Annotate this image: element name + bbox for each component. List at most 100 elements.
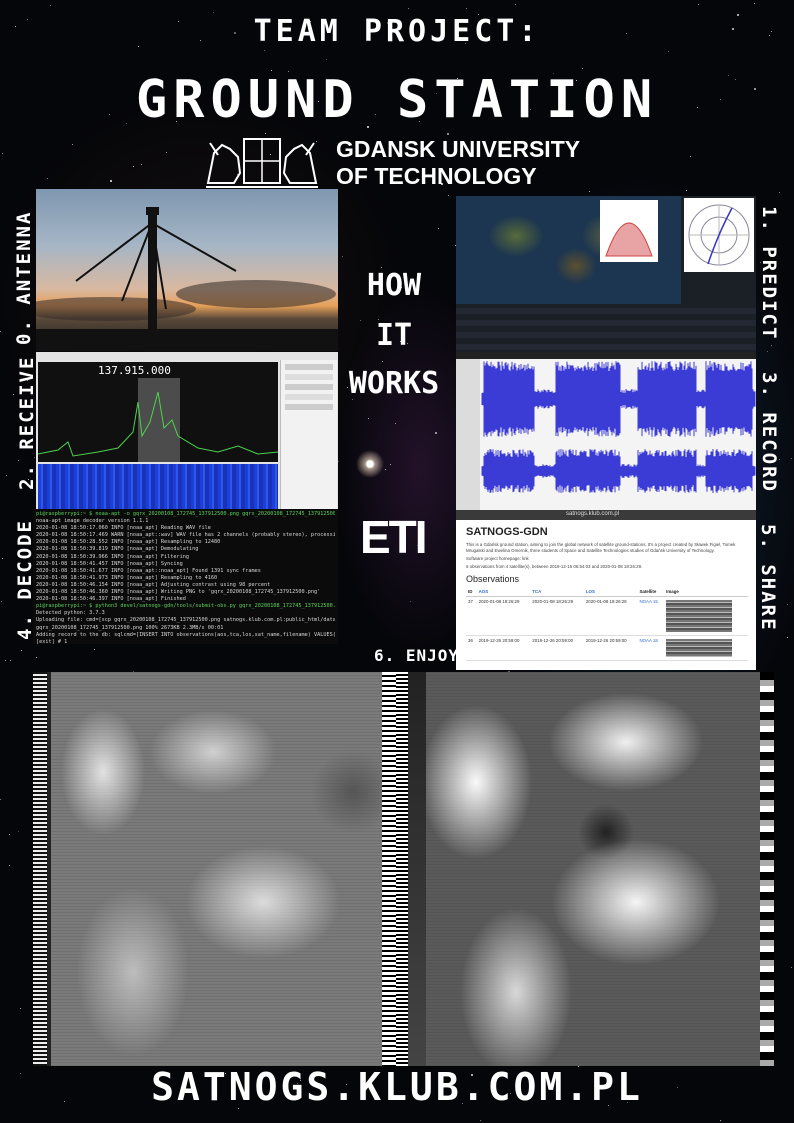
star	[2, 153, 3, 154]
star	[466, 8, 467, 9]
star	[589, 191, 590, 192]
terminal-line: noaa-apt image decoder version 1.1.1	[36, 518, 149, 525]
terminal-line: gqrx_20200108_172745_137912500.png 100% …	[36, 624, 224, 631]
star	[791, 967, 792, 968]
elevation-plot	[600, 200, 658, 262]
star	[686, 190, 687, 191]
it-label: IT	[375, 318, 413, 353]
step-predict-label: 1. PREDICT	[758, 206, 780, 341]
star	[771, 345, 772, 346]
star	[690, 156, 691, 157]
step-enjoy-label: 6. ENJOY!	[374, 646, 470, 665]
star	[21, 650, 22, 651]
terminal-line: 2020-01-08 18:50:39.819 INFO [noaa_apt] …	[36, 546, 199, 553]
star	[720, 1120, 721, 1121]
star	[47, 178, 48, 179]
star	[698, 4, 699, 5]
table-cell[interactable]: NOAA 15	[637, 596, 665, 637]
star	[1, 601, 2, 602]
table-cell: 2019-12-26 20:59:00	[530, 635, 584, 662]
star	[447, 133, 449, 135]
star	[515, 4, 516, 5]
star	[133, 166, 134, 167]
terminal-line: Detected python: 3.7.3	[36, 610, 105, 617]
star	[166, 152, 167, 153]
audio-waveform	[456, 359, 756, 510]
table-cell: 2019-12-26 20:59:00	[583, 635, 638, 662]
works-label: WORKS	[348, 366, 440, 401]
receive-sdr-screenshot: 137.915.000	[36, 352, 338, 510]
star	[9, 865, 10, 866]
antenna-drawing	[36, 207, 338, 351]
step-antenna-label: 0. ANTENNA	[13, 210, 35, 345]
site-homepage[interactable]: Software project homepage: link	[466, 556, 746, 561]
terminal-line: 2020-01-08 18:50:46.360 INFO [noaa_apt] …	[36, 589, 321, 596]
star	[767, 351, 768, 352]
table-row[interactable]: 37 2020-01-08 18:26:29 2020-01-08 18:26:29…	[466, 596, 748, 637]
bright-star	[356, 450, 384, 478]
star	[385, 469, 386, 470]
observations-table: ID AOS TCA LOS Satellite Image 37 2020-01-08 1…	[466, 587, 748, 662]
step-share-label: 5. SHARE	[757, 524, 779, 632]
star	[13, 394, 14, 395]
star	[754, 3, 755, 4]
footer-url[interactable]: SATNOGS.KLUB.COM.PL	[0, 1065, 794, 1109]
step-decode-label: 4. DECODE	[14, 519, 36, 640]
browser-url[interactable]: satnogs.klub.com.pl	[566, 511, 619, 517]
star	[390, 464, 391, 465]
star	[2, 558, 3, 559]
site-title: SATNOGS-GDN	[466, 526, 548, 538]
star	[480, 1120, 481, 1121]
star	[448, 195, 449, 196]
star	[582, 68, 583, 69]
observation-thumbnail[interactable]	[664, 596, 748, 637]
terminal-line: pi@raspberrypi:~ $ noaa-apt -o gqrx_2020…	[36, 511, 335, 517]
table-cell: 2020-01-08 18:26:29	[530, 596, 584, 637]
university-name-line1: GDANSK UNIVERSITY	[336, 136, 581, 162]
table-header-cell: LOS	[583, 587, 638, 598]
star	[368, 418, 369, 419]
table-cell: 37	[466, 596, 477, 637]
observation-thumbnail[interactable]	[664, 635, 748, 662]
ground-station-title: GROUND STATION	[135, 70, 659, 130]
eti-logo: ETI	[360, 511, 428, 563]
table-header-cell: TCA	[530, 587, 584, 598]
terminal-line: 2020-01-08 18:50:28.552 INFO [noaa_apt] …	[36, 539, 221, 546]
star	[438, 228, 439, 229]
star	[94, 649, 95, 650]
waterfall-display	[38, 464, 278, 510]
terminal-line: 2020-01-08 18:50:46.154 INFO [noaa_apt] …	[36, 581, 271, 588]
star	[0, 799, 1, 800]
site-observation-count: 6 observations from 4 satellite(s), betw…	[466, 564, 643, 570]
terminal-line: 2020-01-08 18:50:46.397 INFO [noaa_apt] …	[36, 596, 186, 603]
star	[395, 423, 396, 424]
star	[791, 458, 792, 459]
star	[779, 192, 780, 193]
table-cell[interactable]: NOAA 18	[637, 635, 665, 662]
star	[264, 50, 265, 51]
star	[213, 12, 214, 13]
antenna-photo	[36, 189, 338, 351]
star	[110, 180, 112, 182]
star	[787, 637, 788, 638]
terminal-line: 2020-01-08 18:50:41.973 INFO [noaa_apt] …	[36, 574, 218, 581]
satellite-image-infrared	[396, 672, 774, 1066]
star	[50, 5, 51, 6]
star	[20, 1008, 21, 1009]
spectrum-trace	[38, 391, 278, 457]
team-project-heading: TEAM PROJECT:	[253, 14, 541, 49]
star	[338, 461, 339, 462]
observations-heading: Observations	[466, 574, 520, 585]
star	[18, 831, 19, 832]
spectrum-display: 137.915.000	[38, 362, 278, 462]
browser-bar: satnogs.klub.com.pl	[456, 510, 756, 520]
terminal-line: 2020-01-08 18:50:41.677 INFO [noaa_apt::…	[36, 567, 261, 574]
terminal-line: 2020-01-08 18:50:17.060 INFO [noaa_apt] …	[36, 525, 211, 532]
receiver-settings-panel	[280, 360, 337, 510]
table-header-cell: Image	[664, 587, 748, 598]
terminal-line: Uploading file: cmd=[scp gqrx_20200108_1…	[36, 617, 335, 624]
table-row[interactable]: 36 2019-12-26 20:59:00 2019-12-26 20:59:00…	[466, 635, 748, 662]
star	[9, 834, 10, 835]
table-header-cell: ID	[466, 587, 477, 598]
table-header-cell: AOS	[476, 587, 531, 598]
